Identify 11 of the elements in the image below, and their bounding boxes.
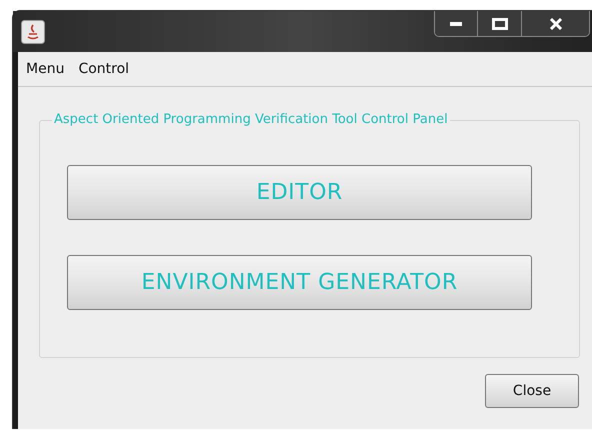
- close-button[interactable]: Close: [485, 374, 579, 408]
- close-button[interactable]: [521, 11, 589, 36]
- close-icon: [548, 18, 562, 30]
- panel-title: Aspect Oriented Programming Verification Tool Control Panel: [52, 111, 450, 129]
- maximize-icon: [492, 18, 508, 30]
- menu-item[interactable]: Menu: [26, 58, 64, 80]
- app-icon: [21, 20, 45, 44]
- menu-item[interactable]: Control: [78, 58, 130, 80]
- minimize-icon: [449, 20, 463, 26]
- maximize-button[interactable]: [477, 11, 521, 36]
- minimize-button[interactable]: [435, 11, 477, 36]
